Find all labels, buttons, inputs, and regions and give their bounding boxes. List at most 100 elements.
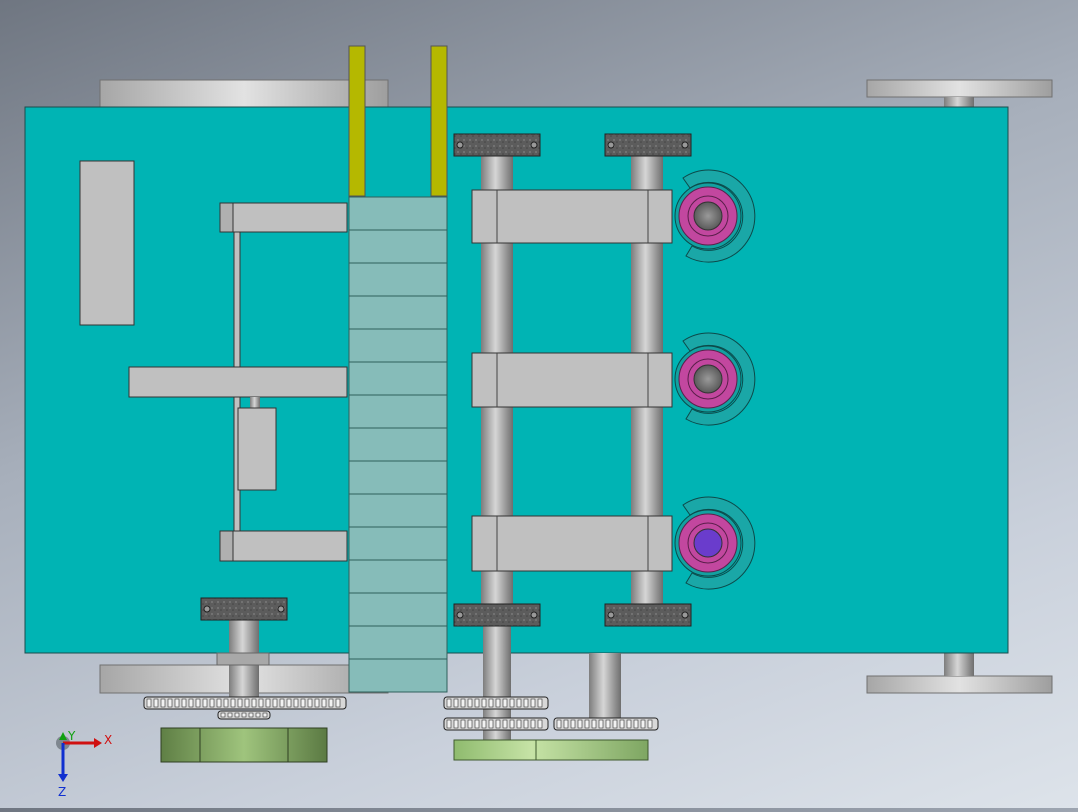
sprocket-tooth bbox=[167, 698, 173, 708]
sprocket-tooth bbox=[523, 719, 529, 729]
sprocket-tooth bbox=[279, 698, 285, 708]
sprocket-tooth bbox=[255, 712, 261, 718]
sprocket-tooth bbox=[146, 698, 152, 708]
sprocket-tooth bbox=[626, 719, 632, 729]
sprocket-tooth bbox=[563, 719, 569, 729]
sprocket-tooth bbox=[481, 719, 487, 729]
sprocket-tooth bbox=[234, 712, 240, 718]
roller-core bbox=[693, 201, 723, 231]
roller-core bbox=[693, 364, 723, 394]
sprocket-tooth bbox=[570, 719, 576, 729]
sprocket-tooth bbox=[248, 712, 254, 718]
arm-bottom bbox=[219, 530, 348, 562]
roller-bar bbox=[471, 352, 673, 408]
sprocket-tooth bbox=[502, 698, 508, 708]
sprocket-tooth bbox=[509, 719, 515, 729]
rail-top-left bbox=[99, 79, 389, 109]
conveyor-slat bbox=[348, 394, 448, 429]
conveyor-belt bbox=[348, 196, 448, 693]
sprocket-tooth bbox=[258, 698, 264, 708]
sprocket-tooth bbox=[530, 698, 536, 708]
sprocket-tooth bbox=[244, 698, 250, 708]
sprocket-tooth bbox=[328, 698, 334, 708]
sprocket-tooth bbox=[612, 719, 618, 729]
sprocket-tooth bbox=[474, 719, 480, 729]
conveyor-slat bbox=[348, 295, 448, 330]
sprocket-tooth bbox=[202, 698, 208, 708]
conveyor-slat bbox=[348, 229, 448, 264]
sprocket-tooth bbox=[446, 719, 452, 729]
sprocket-tooth bbox=[598, 719, 604, 729]
conveyor-slat bbox=[348, 559, 448, 594]
sprocket-tooth bbox=[446, 698, 452, 708]
bearing-bolt bbox=[681, 611, 689, 619]
sprocket-tooth bbox=[286, 698, 292, 708]
sprocket-tooth bbox=[230, 698, 236, 708]
arm-top bbox=[219, 202, 348, 233]
bearing-bolt bbox=[456, 611, 464, 619]
arm-bottom-tab bbox=[219, 530, 234, 562]
sprocket-tooth bbox=[605, 719, 611, 729]
sprocket-tooth bbox=[220, 712, 226, 718]
conveyor-slat bbox=[348, 493, 448, 528]
sprocket-tooth bbox=[153, 698, 159, 708]
sprocket-tooth bbox=[488, 719, 494, 729]
sprocket-tooth bbox=[321, 698, 327, 708]
rotary-rollers bbox=[674, 169, 756, 590]
sprocket-tooth bbox=[530, 719, 536, 729]
sprocket-tooth bbox=[460, 719, 466, 729]
sprocket-tooth bbox=[577, 719, 583, 729]
sprocket-tooth bbox=[537, 698, 543, 708]
sprocket-tooth bbox=[495, 719, 501, 729]
sprocket-tooth bbox=[335, 698, 341, 708]
bearing-bolt bbox=[456, 141, 464, 149]
sprocket-tooth bbox=[516, 719, 522, 729]
sprocket-tooth bbox=[195, 698, 201, 708]
shaft-2-extension bbox=[589, 653, 621, 723]
sprockets bbox=[143, 696, 659, 731]
sprocket-tooth bbox=[300, 698, 306, 708]
sprocket-tooth bbox=[619, 719, 625, 729]
conveyor-slat bbox=[348, 328, 448, 363]
sprocket-tooth bbox=[460, 698, 466, 708]
sprocket-tooth bbox=[584, 719, 590, 729]
sprocket-tooth bbox=[216, 698, 222, 708]
sprocket-tooth bbox=[640, 719, 646, 729]
bearing-bolt bbox=[607, 141, 615, 149]
conveyor-slat bbox=[348, 625, 448, 660]
conveyor-slat bbox=[348, 526, 448, 561]
sprocket-tooth bbox=[633, 719, 639, 729]
sprocket-tooth bbox=[241, 712, 247, 718]
sprocket-tooth bbox=[488, 698, 494, 708]
sprocket-tooth bbox=[174, 698, 180, 708]
sprocket-tooth bbox=[537, 719, 543, 729]
sprocket-tooth bbox=[223, 698, 229, 708]
axis-y-label: Y bbox=[67, 730, 76, 743]
rail-bottom-right bbox=[866, 675, 1053, 694]
arm-middle bbox=[128, 366, 348, 398]
sprocket-tooth bbox=[474, 698, 480, 708]
bearing-bolt bbox=[530, 611, 538, 619]
bearing-bolt bbox=[203, 605, 211, 613]
sprocket-tooth bbox=[453, 719, 459, 729]
roller-bar bbox=[471, 189, 673, 244]
sprocket-tooth bbox=[591, 719, 597, 729]
cad-viewport[interactable]: X Z Y bbox=[0, 0, 1078, 808]
assembly-top-view bbox=[24, 45, 1053, 763]
cylinder-rod bbox=[250, 397, 260, 408]
bearing-bolt bbox=[681, 141, 689, 149]
roller-core bbox=[693, 528, 723, 558]
pillow-block-bearing bbox=[453, 603, 541, 627]
sprocket-tooth bbox=[160, 698, 166, 708]
sprocket-tooth bbox=[188, 698, 194, 708]
motor-left bbox=[160, 727, 328, 763]
conveyor-slat bbox=[348, 361, 448, 396]
roller-bar bbox=[471, 515, 673, 572]
bearing-bolt bbox=[607, 611, 615, 619]
rail-post-bottom-right bbox=[944, 653, 974, 676]
sprocket-tooth bbox=[181, 698, 187, 708]
sprocket-tooth bbox=[209, 698, 215, 708]
conveyor-slat bbox=[348, 658, 448, 693]
sprocket-tooth bbox=[467, 698, 473, 708]
bearing-bolt bbox=[277, 605, 285, 613]
